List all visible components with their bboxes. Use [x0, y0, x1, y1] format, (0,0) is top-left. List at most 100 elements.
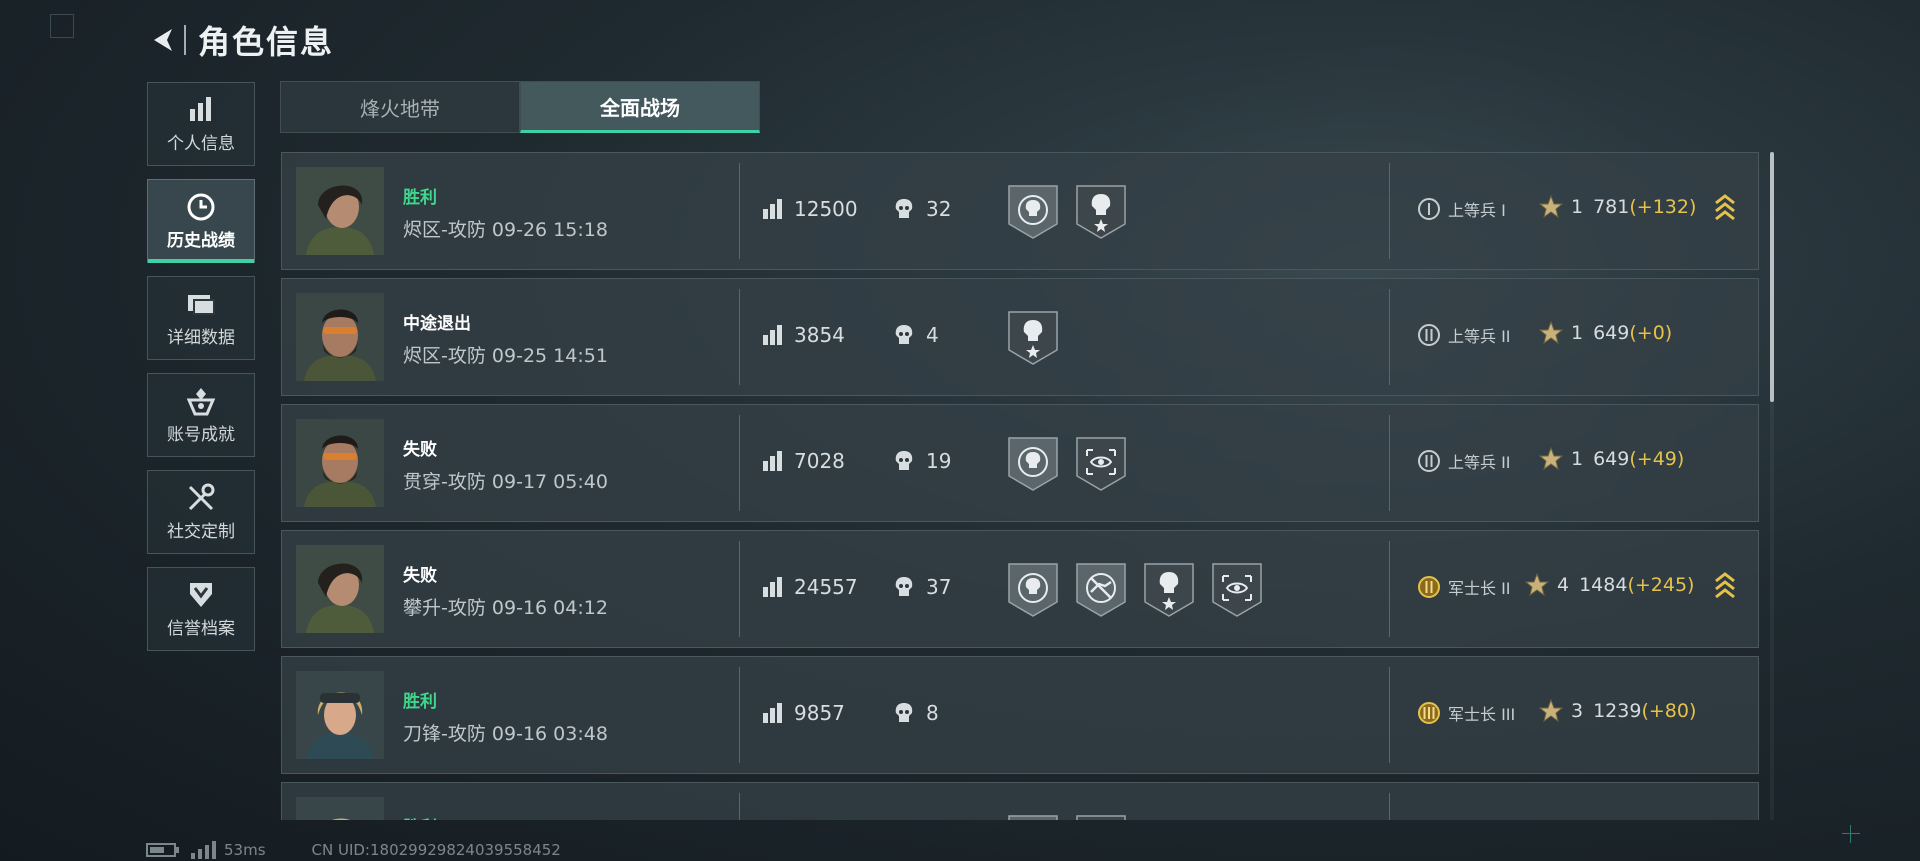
sidebar-item-label: 账号成就 — [167, 424, 235, 445]
match-row[interactable]: 胜利 烬区-攻防 09-26 15:18 12500 32 上等兵 I 1 78… — [281, 152, 1759, 270]
skull-target-badge-icon — [1008, 815, 1058, 820]
match-row[interactable]: 失败 攀升-攻防 09-16 04:12 24557 37 军士长 II 4 1… — [281, 530, 1759, 648]
score-icon — [763, 199, 782, 219]
star-icon — [1539, 699, 1563, 723]
match-list[interactable]: 胜利 烬区-攻防 09-26 15:18 12500 32 上等兵 I 1 78… — [281, 152, 1759, 820]
header: 角色信息 — [146, 18, 334, 62]
match-mode-time: 刀锋-攻防 09-16 03:48 — [403, 723, 608, 745]
match-score: 9857 — [762, 701, 845, 725]
match-score: 7028 — [762, 449, 845, 473]
rank-level-icon — [1418, 450, 1440, 472]
skull-icon — [895, 577, 913, 596]
rank-info: 军士长 III — [1417, 701, 1515, 725]
score-icon — [763, 451, 782, 471]
match-score: 3854 — [762, 323, 845, 347]
skull-star-badge-icon — [1076, 815, 1126, 820]
row-divider — [1389, 793, 1390, 820]
row-divider — [739, 163, 740, 259]
operator-avatar — [296, 545, 384, 633]
match-row[interactable]: 胜利 刀锋-攻防 09-16 03:48 9857 8 军士长 III 3 12… — [281, 656, 1759, 774]
match-kills: 4 — [894, 323, 939, 347]
rank-stars: 1 781 (+132) — [1539, 195, 1696, 219]
skull-target-badge-icon — [1008, 563, 1058, 617]
cards-icon — [188, 294, 215, 315]
clock-icon — [187, 193, 215, 220]
rank-stars: 1 649 (+0) — [1539, 321, 1672, 345]
row-divider — [739, 289, 740, 385]
score-icon — [763, 703, 782, 723]
achievement-icon — [186, 387, 216, 415]
eye-target-badge-icon — [1212, 563, 1262, 617]
badge-group — [1007, 310, 1075, 366]
match-result: 失败 — [403, 440, 437, 460]
skull-icon — [895, 199, 913, 218]
match-row[interactable]: 胜利 — [281, 782, 1759, 820]
header-divider — [184, 25, 186, 55]
rank-stars: 1 649 (+49) — [1539, 447, 1684, 471]
star-icon — [1539, 447, 1563, 471]
match-result: 胜利 — [403, 188, 437, 208]
sidebar-item-match-history[interactable]: 历史战绩 — [147, 179, 255, 263]
crosshair-decoration — [1842, 825, 1860, 843]
operator-avatar — [296, 419, 384, 507]
rank-info: 军士长 II — [1417, 575, 1511, 599]
rank-level-icon — [1418, 576, 1440, 598]
operator-avatar — [296, 797, 384, 820]
sidebar-item-label: 个人信息 — [167, 133, 235, 154]
page-title: 角色信息 — [198, 23, 335, 61]
match-kills: 32 — [894, 197, 951, 221]
operator-avatar — [296, 671, 384, 759]
match-row[interactable]: 中途退出 烬区-攻防 09-25 14:51 3854 4 上等兵 II 1 6… — [281, 278, 1759, 396]
sidebar-item-detailed-data[interactable]: 详细数据 — [147, 276, 255, 360]
corner-decoration — [50, 14, 74, 38]
match-result: 胜利 — [403, 692, 437, 712]
tools-icon — [188, 483, 215, 510]
badge-group — [1007, 814, 1143, 820]
match-result: 中途退出 — [403, 314, 471, 334]
row-divider — [1389, 289, 1390, 385]
no-vehicle-badge-icon — [1076, 563, 1126, 617]
latency: 53ms — [224, 841, 266, 859]
list-scrollbar[interactable] — [1770, 152, 1774, 820]
sidebar-item-reputation[interactable]: 信誉档案 — [147, 567, 255, 651]
match-mode-time: 贯穿-攻防 09-17 05:40 — [403, 471, 608, 493]
row-divider — [739, 793, 740, 820]
match-score: 12500 — [762, 197, 858, 221]
row-divider — [1389, 667, 1390, 763]
score-icon — [763, 325, 782, 345]
rank-info: 上等兵 I — [1417, 197, 1506, 221]
tab-warzone[interactable]: 烽火地带 — [280, 81, 520, 133]
scroll-thumb[interactable] — [1770, 152, 1774, 402]
operator-avatar — [296, 167, 384, 255]
shield-icon — [190, 582, 212, 607]
star-icon — [1539, 321, 1563, 345]
match-kills: 37 — [894, 575, 951, 599]
skull-icon — [895, 451, 913, 470]
battery-icon — [146, 843, 179, 857]
row-divider — [1389, 415, 1390, 511]
match-row[interactable]: 失败 贯穿-攻防 09-17 05:40 7028 19 上等兵 II 1 64… — [281, 404, 1759, 522]
skull-star-badge-icon — [1144, 563, 1194, 617]
rank-info: 上等兵 II — [1417, 323, 1511, 347]
star-icon — [1539, 195, 1563, 219]
sidebar-item-achievements[interactable]: 账号成就 — [147, 373, 255, 457]
mode-tabs: 烽火地带 全面战场 — [280, 81, 760, 133]
row-divider — [1389, 163, 1390, 259]
rank-up-chevron-icon — [1715, 194, 1735, 221]
skull-target-badge-icon — [1008, 437, 1058, 491]
tab-all-out-war[interactable]: 全面战场 — [520, 81, 760, 133]
sidebar-item-personal-info[interactable]: 个人信息 — [147, 82, 255, 166]
sidebar-item-social-custom[interactable]: 社交定制 — [147, 470, 255, 554]
match-mode-time: 烬区-攻防 09-26 15:18 — [403, 219, 608, 241]
user-uid: CN UID:18029929824039558452 — [311, 841, 561, 859]
signal-icon — [191, 841, 216, 859]
badge-group — [1007, 184, 1143, 240]
match-result: 胜利 — [403, 813, 437, 820]
rank-level-icon — [1418, 702, 1440, 724]
row-divider — [739, 667, 740, 763]
sidebar-item-label: 历史战绩 — [167, 230, 235, 251]
skull-target-badge-icon — [1008, 185, 1058, 239]
match-kills: 19 — [894, 449, 951, 473]
match-result: 失败 — [403, 566, 437, 586]
back-button[interactable] — [146, 23, 180, 57]
